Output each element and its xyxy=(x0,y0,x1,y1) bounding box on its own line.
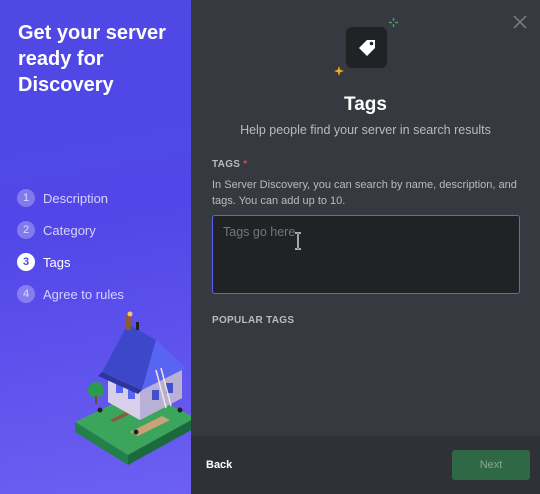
step-label: Tags xyxy=(43,254,71,270)
content-panel: Tags Help people find your server in sea… xyxy=(191,0,540,494)
tags-input[interactable] xyxy=(212,215,520,294)
text-cursor-icon xyxy=(295,232,301,250)
tags-label-text: TAGS xyxy=(212,159,241,170)
sparkle-icon xyxy=(334,66,344,76)
step-number: 4 xyxy=(17,285,35,303)
step-category[interactable]: 2 Category xyxy=(17,214,124,246)
step-number: 3 xyxy=(17,253,35,271)
back-button[interactable]: Back xyxy=(206,459,232,471)
close-icon[interactable] xyxy=(510,12,530,32)
step-number: 1 xyxy=(17,189,35,207)
tags-label: TAGS * xyxy=(212,159,247,170)
step-label: Agree to rules xyxy=(43,286,124,302)
steps-list: 1 Description 2 Category 3 Tags 4 Agree … xyxy=(17,182,124,310)
modal-footer: Back Next xyxy=(191,436,540,494)
next-button[interactable]: Next xyxy=(452,450,530,480)
step-label: Category xyxy=(43,222,96,238)
panel-title: Get your server ready for Discovery xyxy=(18,22,166,96)
required-marker: * xyxy=(243,159,248,170)
page-subtitle: Help people find your server in search r… xyxy=(240,123,491,137)
step-number: 2 xyxy=(17,221,35,239)
step-tags[interactable]: 3 Tags xyxy=(17,246,124,278)
tags-help-text: In Server Discovery, you can search by n… xyxy=(212,179,517,207)
steps-panel: Get your server ready for Discovery 1 De… xyxy=(0,0,191,494)
step-description[interactable]: 1 Description xyxy=(17,182,124,214)
page-title: Tags xyxy=(344,94,387,115)
step-agree-to-rules[interactable]: 4 Agree to rules xyxy=(17,278,124,310)
popular-tags-label: POPULAR TAGS xyxy=(212,315,295,326)
step-label: Description xyxy=(43,190,109,206)
house-illustration xyxy=(75,311,191,465)
sparkle-icon xyxy=(389,18,398,27)
discovery-setup-modal: Get your server ready for Discovery 1 De… xyxy=(0,0,540,494)
tag-icon xyxy=(346,27,387,68)
